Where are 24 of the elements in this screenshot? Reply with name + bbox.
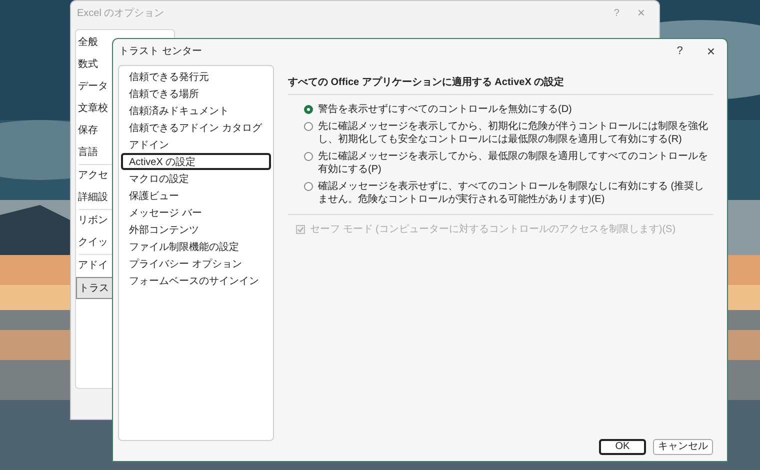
category-item[interactable]: 外部コンテンツ (121, 221, 271, 238)
category-item[interactable]: ActiveX の設定 (121, 153, 271, 170)
option-radio[interactable]: 先に確認メッセージを表示してから、初期化に危険が伴うコントロールには制限を強化し、初期化しても安全なコントロールには最低限の制限を適用して有効にする(R) (304, 120, 713, 146)
category-item[interactable]: プライバシー オプション (121, 255, 271, 272)
category-item[interactable]: フォームベースのサインイン (121, 272, 271, 289)
option-radio[interactable]: 確認メッセージを表示せずに、すべてのコントロールを制限なしに有効にする (推奨しません。危険なコントロールが実行される可能性があります)(E) (304, 180, 713, 206)
dialog-title: トラスト センター (119, 44, 202, 58)
window-title: Excel のオプション (77, 6, 164, 20)
category-item[interactable]: 保護ビュー (121, 187, 271, 204)
category-item[interactable]: 信頼できるアドイン カタログ (121, 119, 271, 136)
category-item[interactable]: 信頼できる発行元 (121, 68, 271, 85)
dialog-button[interactable]: OK (599, 439, 646, 455)
category-item[interactable]: メッセージ バー (121, 204, 271, 221)
category-item[interactable]: 信頼できる場所 (121, 85, 271, 102)
help-button[interactable]: ? (664, 42, 695, 60)
category-item[interactable]: 信頼済みドキュメント (121, 102, 271, 119)
dialog-button[interactable]: キャンセル (653, 439, 713, 455)
category-item[interactable]: アドイン (121, 136, 271, 153)
category-item[interactable]: ファイル制限機能の設定 (121, 238, 271, 255)
category-item[interactable]: マクロの設定 (121, 170, 271, 187)
option-radio[interactable]: 先に確認メッセージを表示してから、最低限の制限を適用してすべてのコントロールを有効にする(P) (304, 150, 713, 176)
section-heading: すべての Office アプリケーションに適用する ActiveX の設定 (288, 75, 713, 95)
close-button[interactable]: × (694, 40, 727, 62)
option-radio[interactable]: 警告を表示せずにすべてのコントロールを無効にする(D) (304, 103, 713, 116)
